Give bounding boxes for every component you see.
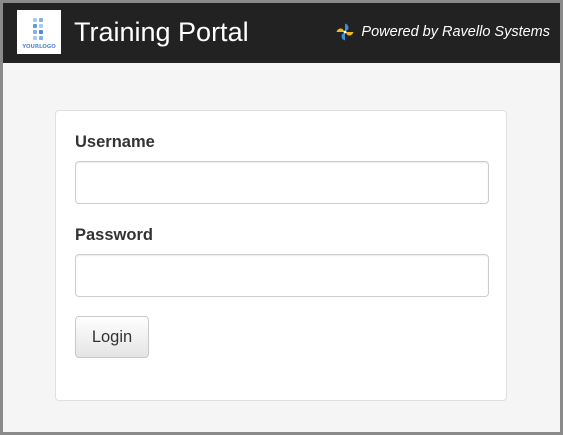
company-logo: YOURLOGO (17, 10, 61, 54)
login-form-card: Username Password Login (55, 110, 507, 401)
password-label: Password (75, 226, 153, 244)
browser-frame: YOURLOGO Training Portal Powered by Rave… (0, 0, 563, 435)
username-input[interactable] (75, 161, 489, 204)
login-button[interactable]: Login (75, 316, 149, 358)
powered-by-text: Powered by Ravello Systems (361, 24, 550, 40)
top-header-bar: YOURLOGO Training Portal Powered by Rave… (3, 3, 560, 63)
username-label: Username (75, 133, 155, 151)
powered-by-badge: Powered by Ravello Systems (335, 22, 550, 42)
page-title: Training Portal (74, 17, 249, 47)
logo-text: YOURLOGO (22, 44, 56, 50)
ravello-pinwheel-icon (336, 23, 354, 41)
password-input[interactable] (75, 254, 489, 297)
